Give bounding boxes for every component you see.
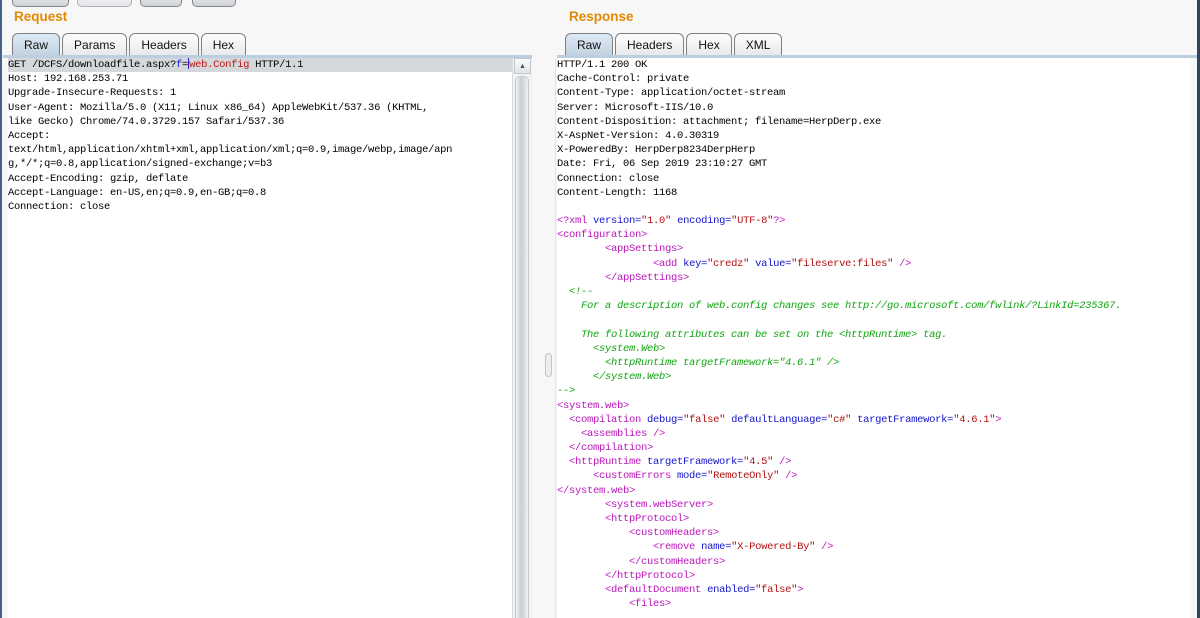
response-line: <httpRuntime targetFramework="4.5" /> — [557, 455, 1190, 469]
response-line: Cache-Control: private — [557, 72, 1190, 86]
response-line: <appSettings> — [557, 242, 1190, 256]
request-line: like Gecko) Chrome/74.0.3729.157 Safari/… — [8, 115, 512, 129]
response-line: <remove name="X-Powered-By" /> — [557, 540, 1190, 554]
response-line — [557, 200, 1190, 214]
toolbar-button-2[interactable] — [77, 0, 132, 7]
response-line: </httpProtocol> — [557, 569, 1190, 583]
response-line: </appSettings> — [557, 271, 1190, 285]
request-line: Accept-Language: en-US,en;q=0.9,en-GB;q=… — [8, 186, 512, 200]
request-tabbar: RawParamsHeadersHex — [12, 33, 248, 55]
request-panel-title: Request — [14, 9, 67, 24]
response-line: The following attributes can be set on t… — [557, 328, 1190, 342]
request-line: Accept-Encoding: gzip, deflate — [8, 172, 512, 186]
response-editor[interactable]: HTTP/1.1 200 OKCache-Control: privateCon… — [557, 58, 1190, 618]
request-line: Accept: — [8, 129, 512, 143]
response-tab-hex[interactable]: Hex — [686, 33, 731, 55]
response-line: <system.web> — [557, 399, 1190, 413]
response-line: </system.Web> — [557, 370, 1190, 384]
response-line: <!-- — [557, 285, 1190, 299]
response-line — [557, 313, 1190, 327]
response-line: <configuration> — [557, 228, 1190, 242]
request-scrollbar[interactable]: ▲ — [512, 58, 532, 618]
response-line: </compilation> — [557, 441, 1190, 455]
scroll-up-icon[interactable]: ▲ — [514, 58, 531, 74]
toolbar-button-3[interactable] — [140, 0, 182, 7]
response-tab-xml[interactable]: XML — [734, 33, 783, 55]
response-line: <?xml version="1.0" encoding="UTF-8"?> — [557, 214, 1190, 228]
request-line: Host: 192.168.253.71 — [8, 72, 512, 86]
request-tab-raw[interactable]: Raw — [12, 33, 60, 55]
response-line: <httpRuntime targetFramework="4.6.1" /> — [557, 356, 1190, 370]
response-line: <assemblies /> — [557, 427, 1190, 441]
response-line: X-AspNet-Version: 4.0.30319 — [557, 129, 1190, 143]
request-scrollbar-thumb[interactable] — [515, 76, 529, 618]
response-line: Date: Fri, 06 Sep 2019 23:10:27 GMT — [557, 157, 1190, 171]
toolbar-button-1[interactable] — [12, 0, 69, 7]
panel-splitter-handle[interactable] — [545, 353, 552, 377]
request-line: Connection: close — [8, 200, 512, 214]
response-line: HTTP/1.1 200 OK — [557, 58, 1190, 72]
response-line: </customHeaders> — [557, 555, 1190, 569]
response-line: </system.web> — [557, 484, 1190, 498]
response-line: Content-Disposition: attachment; filenam… — [557, 115, 1190, 129]
response-line: <files> — [557, 597, 1190, 611]
window-left-edge — [0, 0, 2, 618]
request-tab-params[interactable]: Params — [62, 33, 127, 55]
response-line: <add key="credz" value="fileserve:files"… — [557, 257, 1190, 271]
request-line: GET /DCFS/downloadfile.aspx?f=web.Config… — [8, 58, 512, 72]
response-line: <httpProtocol> — [557, 512, 1190, 526]
response-line: For a description of web.config changes … — [557, 299, 1190, 313]
response-line: <customHeaders> — [557, 526, 1190, 540]
response-line: Connection: close — [557, 172, 1190, 186]
response-tabbar: RawHeadersHexXML — [565, 33, 784, 55]
response-line: <customErrors mode="RemoteOnly" /> — [557, 469, 1190, 483]
response-line: <defaultDocument enabled="false"> — [557, 583, 1190, 597]
request-editor[interactable]: GET /DCFS/downloadfile.aspx?f=web.Config… — [8, 58, 512, 618]
response-line: Content-Length: 1168 — [557, 186, 1190, 200]
response-line: X-PoweredBy: HerpDerp8234DerpHerp — [557, 143, 1190, 157]
request-line: g,*/*;q=0.8,application/signed-exchange;… — [8, 157, 512, 171]
response-tab-headers[interactable]: Headers — [615, 33, 684, 55]
request-line: text/html,application/xhtml+xml,applicat… — [8, 143, 512, 157]
response-panel-title: Response — [569, 9, 634, 24]
response-line: Content-Type: application/octet-stream — [557, 86, 1190, 100]
response-line: --> — [557, 384, 1190, 398]
request-tab-headers[interactable]: Headers — [129, 33, 198, 55]
response-line: Server: Microsoft-IIS/10.0 — [557, 101, 1190, 115]
request-line: Upgrade-Insecure-Requests: 1 — [8, 86, 512, 100]
response-panel-divider — [555, 58, 556, 618]
response-line: <compilation debug="false" defaultLangua… — [557, 413, 1190, 427]
request-line: User-Agent: Mozilla/5.0 (X11; Linux x86_… — [8, 101, 512, 115]
response-tab-raw[interactable]: Raw — [565, 33, 613, 55]
toolbar-button-4[interactable] — [192, 0, 236, 7]
response-line: <system.webServer> — [557, 498, 1190, 512]
response-line: <system.Web> — [557, 342, 1190, 356]
request-tab-hex[interactable]: Hex — [201, 33, 246, 55]
